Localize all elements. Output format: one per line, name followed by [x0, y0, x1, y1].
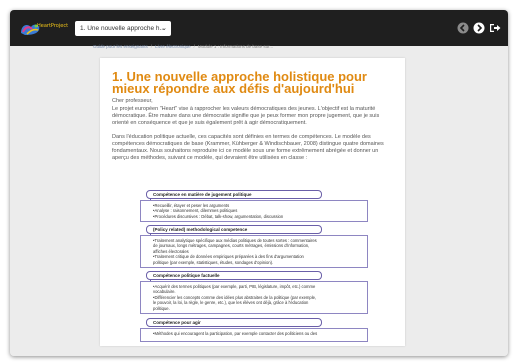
section-body: •Recueillir, étayer et peser les argumen…	[140, 200, 368, 222]
breadcrumb-separator: /	[193, 44, 195, 49]
chevron-down-icon: ⌄	[161, 25, 167, 32]
competence-model-diagram: Compétence en matière de jugement politi…	[140, 190, 372, 350]
top-bar: HeartProject 1. Une nouvelle approche h.…	[10, 10, 508, 46]
section-body: •Traitement analytique spécifique aux mé…	[140, 235, 368, 268]
logo-text: HeartProject	[37, 23, 69, 29]
breadcrumb: Guide pour les enseignants / Livre électro…	[93, 44, 273, 49]
intro-paragraph: Le projet européen "Heart" vise à rappro…	[112, 106, 380, 126]
page-title: 1. Une nouvelle approche holistique pour…	[112, 69, 367, 96]
bullet-text: politique (par exemple, statistiques, ét…	[153, 259, 274, 265]
next-button[interactable]	[473, 22, 485, 34]
exit-icon[interactable]	[489, 22, 501, 34]
breadcrumb-ebook[interactable]: Livre électronique	[155, 44, 191, 49]
competences-paragraph: Dans l'éducation politique actuelle, ces…	[112, 134, 384, 161]
breadcrumb-current: Module 1 : Informations de base sur...	[197, 44, 274, 49]
section-heading: Compétence en matière de jugement politi…	[146, 190, 322, 199]
section-heading: Compétence pour agir	[146, 318, 322, 327]
section-heading: Compétence politique factuelle	[146, 271, 322, 280]
module-select[interactable]: 1. Une nouvelle approche h... ⌄	[75, 21, 171, 36]
bullet-text: politique.	[153, 305, 170, 311]
section-heading: (Policy related) methodological competen…	[146, 225, 322, 234]
greeting-text: Cher professeur,	[112, 98, 153, 104]
previous-button[interactable]	[457, 22, 469, 34]
breadcrumb-teachers-guide[interactable]: Guide pour les enseignants	[93, 44, 148, 49]
module-select-value: 1. Une nouvelle approche h...	[80, 25, 165, 32]
ebook-page: 1. Une nouvelle approche holistique pour…	[100, 58, 405, 346]
bullet-text: •Procédures discursives : Débat, talk-sh…	[153, 213, 284, 219]
section-body: •Méthodes qui encouragent la participati…	[140, 328, 368, 342]
section-body: •Acquérir des termes politiques (par exe…	[140, 281, 368, 314]
bullet-text: •Méthodes qui encouragent la participati…	[153, 331, 318, 336]
breadcrumb-separator: /	[150, 44, 153, 49]
